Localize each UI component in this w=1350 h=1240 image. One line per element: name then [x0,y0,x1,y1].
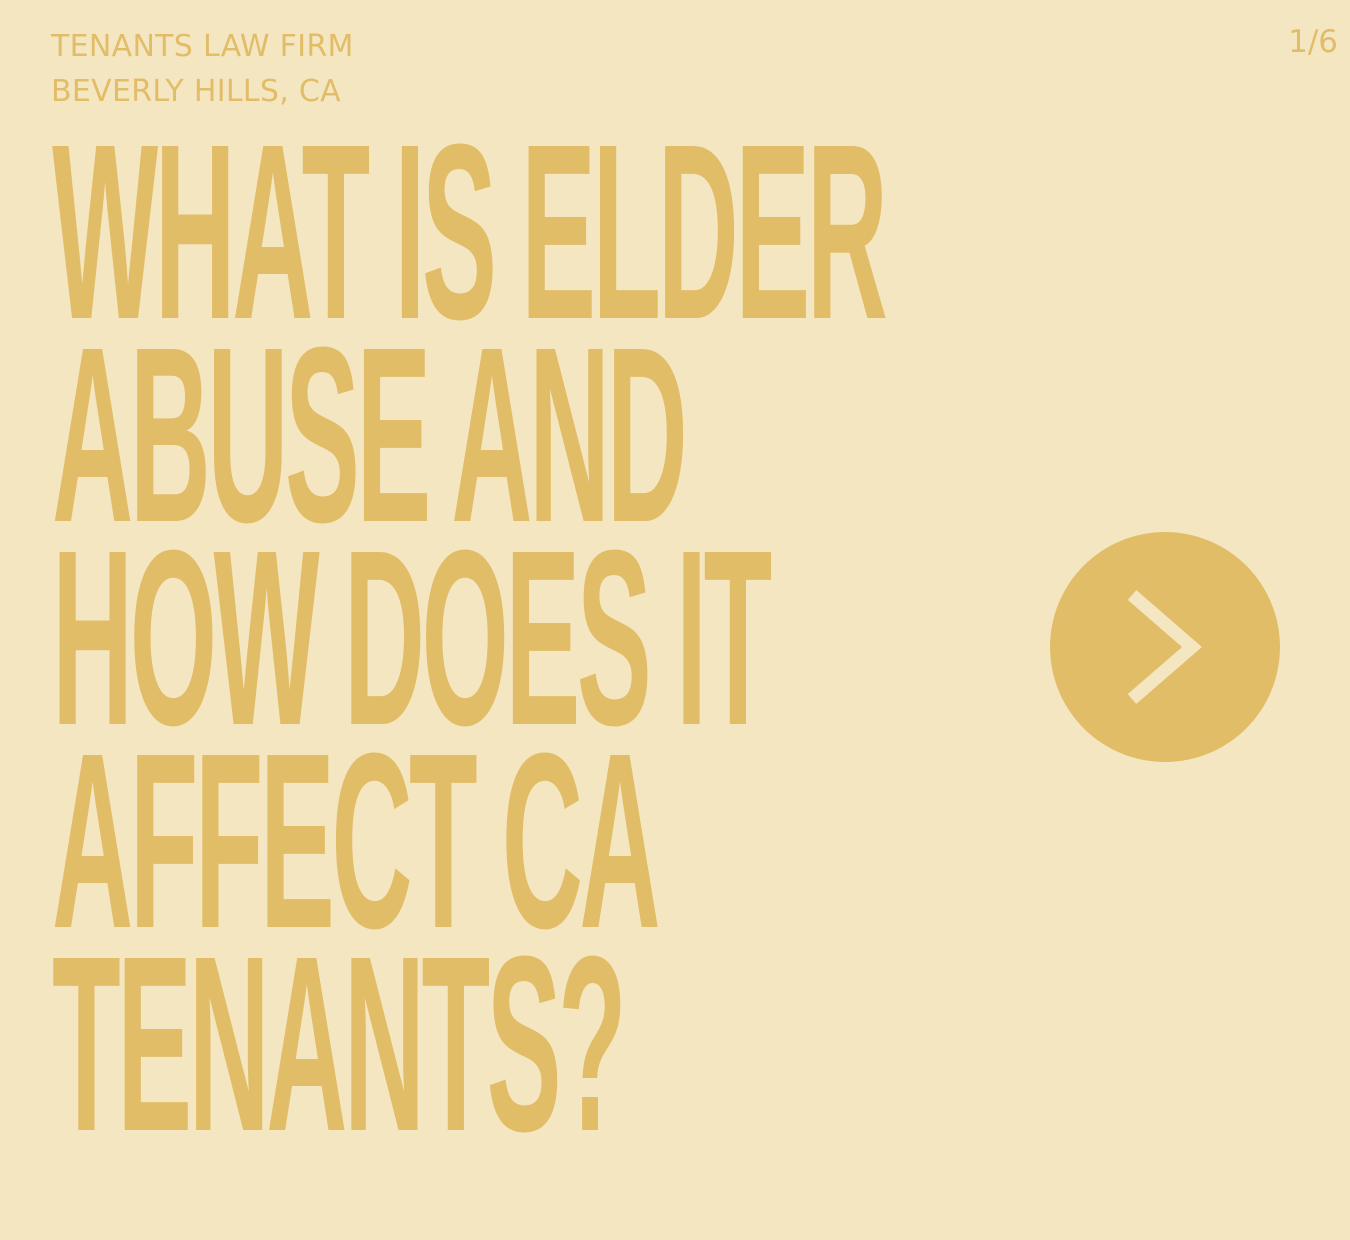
page-indicator: 1/6 [1288,24,1338,60]
chevron-right-icon [1127,590,1202,704]
slide: TENANTS LAW FIRM BEVERLY HILLS, CA 1/6 W… [0,0,1350,1240]
headline-line: TENANTS? [52,904,627,1183]
firm-name: TENANTS LAW FIRM [51,29,354,64]
next-slide-button[interactable] [1050,532,1280,762]
